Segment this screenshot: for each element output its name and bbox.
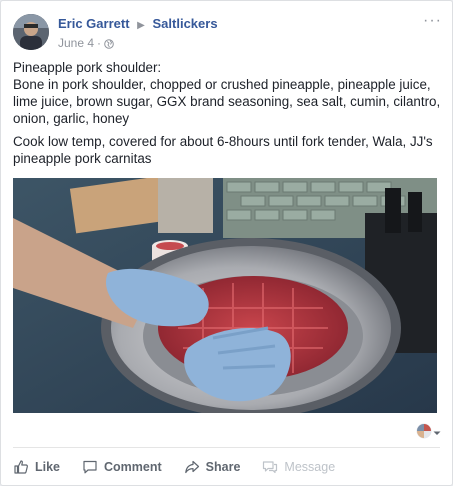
chevron-down-icon [432,425,442,443]
comment-label: Comment [104,460,162,474]
post-date[interactable]: June 4 [58,36,94,50]
more-options-icon[interactable]: ··· [423,12,442,30]
comment-button[interactable]: Comment [82,459,162,475]
post-line-title: Pineapple pork shoulder: [13,60,162,75]
group-name[interactable]: Saltlickers [153,16,218,31]
author-name[interactable]: Eric Garrett [58,16,130,31]
post-header: Eric Garrett ▶ Saltlickers June 4 · ··· [13,12,442,54]
comment-icon [83,460,97,474]
reaction-row [13,421,442,443]
post-card: Eric Garrett ▶ Saltlickers June 4 · ··· … [0,0,453,486]
post-meta: Eric Garrett ▶ Saltlickers June 4 · [58,16,218,50]
action-divider [13,447,440,448]
post-photo[interactable] [13,178,437,413]
action-bar: Like Comment Share Message [13,453,440,481]
post-line-ingredients: Bone in pork shoulder, chopped or crushe… [13,77,441,126]
globe-icon [104,38,114,49]
post-line-instructions: Cook low temp, covered for about 6-8hour… [13,134,433,166]
triangle-right-icon: ▶ [137,20,145,31]
share-icon [184,460,199,474]
avatar-small-icon [416,423,432,444]
share-button[interactable]: Share [184,459,241,475]
like-label: Like [35,460,61,474]
share-label: Share [205,460,241,474]
message-icon [263,461,278,474]
thumbs-up-icon [14,460,28,474]
reaction-selector[interactable] [416,423,442,444]
author-avatar[interactable] [13,14,49,50]
like-button[interactable]: Like [13,459,60,475]
separator-dot: · [97,36,102,50]
post-text: Pineapple pork shoulder: Bone in pork sh… [13,59,442,173]
message-label: Message [284,460,336,474]
message-button[interactable]: Message [262,459,335,475]
